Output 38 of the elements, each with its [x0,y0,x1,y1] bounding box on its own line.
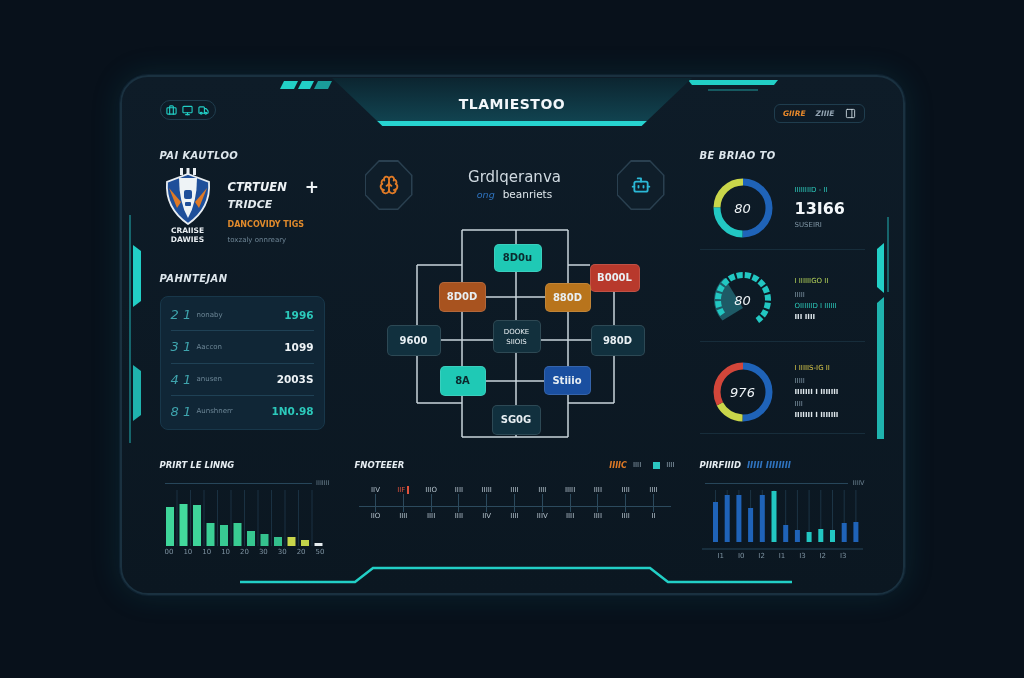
section-heading: PAI KAUTLOO [159,150,239,162]
profile-tag: DANCOVIDY TIGS [227,220,305,229]
subtitle-tag: ong [476,189,495,200]
header-accent [279,81,332,91]
rank-number: 2 1 [170,307,193,323]
chart-title: PRIRT LE LINNG [159,460,235,470]
robot-button[interactable] [616,160,665,210]
marker-icon [407,486,410,494]
truck-icon[interactable] [198,104,209,116]
profile-subtitle: TRIDCE [227,198,273,212]
score-value: 1996 [284,308,314,321]
briefcase-icon[interactable] [166,104,177,116]
score-value: 1099 [284,340,314,353]
section-heading: BE BRIAO TO [699,150,776,162]
rank-number: 3 1 [170,339,193,355]
score-value: 2003S [276,373,314,386]
robot-icon [630,175,651,195]
timeline-title: FNOTEEER [354,460,405,470]
section-heading: PAHNTEJAN [159,273,228,285]
rank-number: 4 1 [170,371,193,387]
ring-value: 80 [734,200,751,215]
panel-icon[interactable] [844,108,856,119]
brain-icon [378,175,399,195]
diagram-subtitle: beanriets [502,188,553,200]
brain-button[interactable] [364,160,413,210]
ring-value: 80 [734,292,751,307]
score-value: 1N0.98 [271,405,314,418]
rank-number: 8 1 [170,403,193,419]
diagram-title: Grdlqeranva [468,168,561,186]
legend-marker: IIIIC [609,460,627,470]
chart-subtitle: IIIII IIIIIIII [746,460,792,470]
add-button[interactable]: + [304,180,320,194]
ring-value: 976 [730,384,755,399]
monitor-icon[interactable] [182,104,193,116]
chart-title: PIIRFIIID [699,460,741,470]
metric-value: 13I66 [794,198,845,219]
profile-name: CTRTUEN [227,180,287,194]
dashboard-title: TLAMIESTOO [458,96,566,112]
